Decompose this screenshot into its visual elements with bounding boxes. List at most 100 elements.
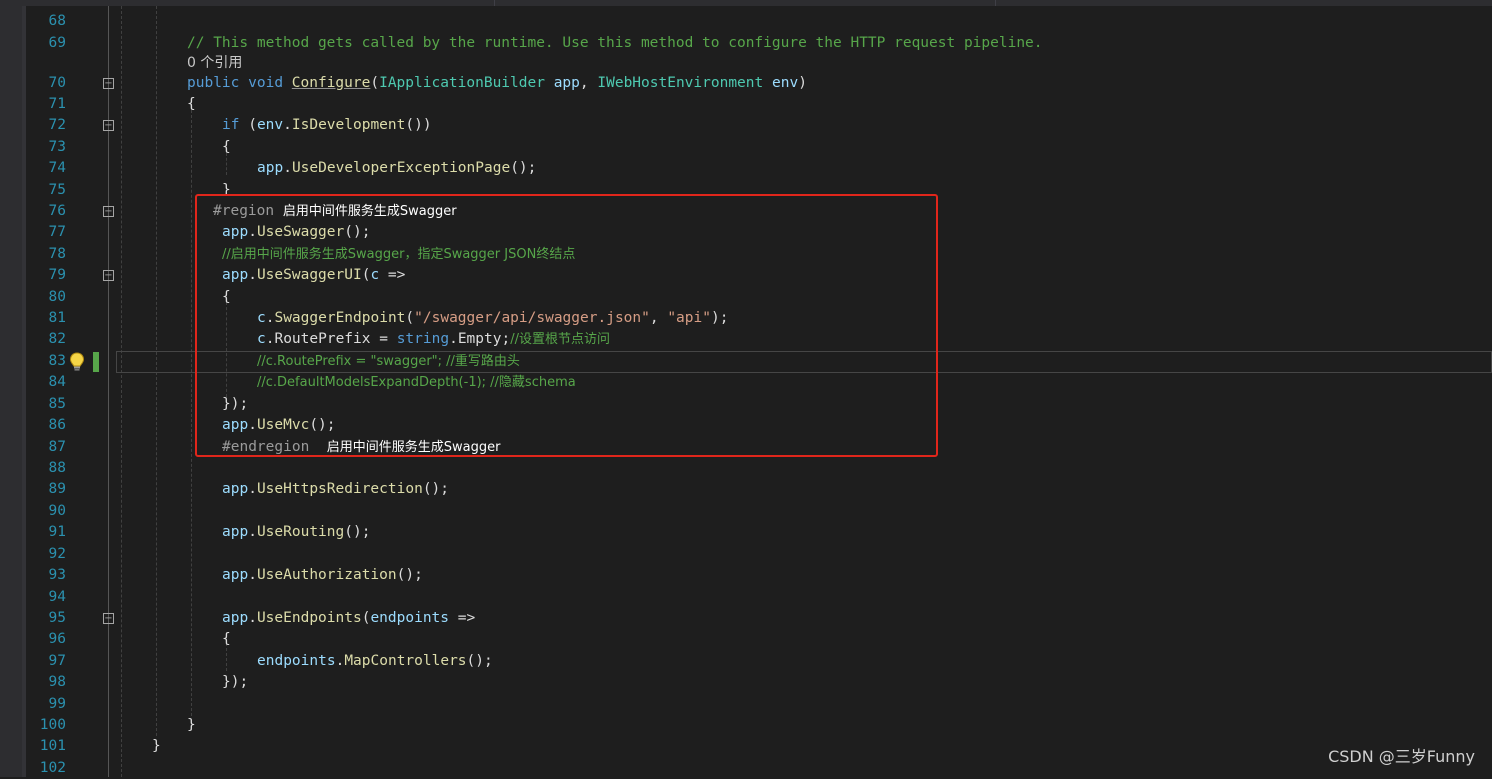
punct: (); [344,524,371,540]
code-line[interactable]: 68 [0,11,1492,32]
line-number: 68 [48,13,66,29]
code-line[interactable]: 97 endpoints.MapControllers(); [0,651,1492,672]
punct: . [283,117,292,133]
code-line[interactable]: 71 { [0,94,1492,115]
line-number: 69 [48,35,66,51]
punct: ) [798,75,807,91]
code-text: }); [222,674,249,690]
collapse-icon[interactable]: − [103,206,114,217]
code-line[interactable]: 74 app.UseDeveloperExceptionPage(); [0,158,1492,179]
punct: . [248,481,257,497]
line-number: 72 [48,117,66,133]
code-text: if (env.IsDevelopment()) [222,115,432,136]
keyword: if [222,117,240,133]
collapse-icon[interactable]: − [103,270,114,281]
code-text: endpoints.MapControllers(); [257,651,493,672]
line-number: 79 [48,267,66,283]
line-number: 78 [48,246,66,262]
code-text: { [222,139,231,155]
code-line[interactable]: 96 { [0,629,1492,650]
code-line[interactable]: 95 − app.UseEndpoints(endpoints => [0,608,1492,629]
line-number: 90 [48,503,66,519]
punct: ()) [405,117,432,133]
code-text: public void Configure(IApplicationBuilde… [187,73,807,94]
document-tab[interactable] [495,0,996,6]
parameter: endpoints [257,653,336,669]
line-number: 83 [48,353,66,369]
code-line[interactable]: 101 } [0,736,1492,757]
document-tab[interactable] [0,0,495,6]
method-name: Configure [291,75,371,91]
punct: . [335,653,345,669]
punct: . [248,524,257,540]
code-line[interactable]: 100 } [0,715,1492,736]
codelens-references[interactable]: 0 个引用 [187,53,242,74]
punct: ( [370,75,380,91]
code-text: } [152,738,161,754]
punct: . [248,567,257,583]
code-line[interactable]: 98 }); [0,672,1492,693]
parameter: app [257,160,284,176]
collapse-icon[interactable]: − [103,120,114,131]
line-number: 77 [48,224,66,240]
code-text: { [187,96,196,112]
code-line[interactable]: 102 [0,758,1492,779]
punct: (); [510,160,537,176]
parameter: env [771,75,799,91]
line-number: 92 [48,546,66,562]
parameter: endpoints [370,610,450,626]
code-comment: // This method gets called by the runtim… [187,35,1043,51]
code-line[interactable]: 94 [0,587,1492,608]
code-text: app.UseAuthorization(); [222,565,423,586]
punct: => [449,610,476,626]
punct: (); [396,567,423,583]
parameter: app [222,524,249,540]
annotation-highlight-box [195,194,938,457]
punct: . [283,160,292,176]
punct: (); [422,481,450,497]
method-name: UseHttpsRedirection [256,481,423,497]
line-number: 74 [48,160,66,176]
code-line[interactable]: 93 app.UseAuthorization(); [0,565,1492,586]
line-number: 94 [48,589,66,605]
code-line[interactable]: 99 [0,694,1492,715]
line-number: 99 [48,696,66,712]
line-number: 100 [39,717,66,733]
line-number: 81 [48,310,66,326]
line-number: 75 [48,182,66,198]
code-line[interactable]: 73 { [0,137,1492,158]
code-line[interactable]: 88 [0,458,1492,479]
line-number: 82 [48,331,66,347]
code-line[interactable]: 72 − if (env.IsDevelopment()) [0,115,1492,136]
code-line[interactable]: 92 [0,544,1492,565]
codelens-line: 0 个引用 [0,53,1492,74]
code-text: app.UseHttpsRedirection(); [222,479,449,500]
parameter: app [222,610,249,626]
line-number: 87 [48,439,66,455]
code-line[interactable]: 89 app.UseHttpsRedirection(); [0,479,1492,500]
line-number: 84 [48,374,66,390]
line-number: 96 [48,631,66,647]
code-editor[interactable]: 68 69 // This method gets called by the … [0,0,1492,777]
collapse-icon[interactable]: − [103,78,114,89]
punct: , [579,75,598,91]
line-number: 101 [39,738,66,754]
line-number: 98 [48,674,66,690]
code-line[interactable]: 90 [0,501,1492,522]
code-text: app.UseRouting(); [222,522,370,543]
parameter: app [553,75,580,91]
method-name: UseDeveloperExceptionPage [291,160,511,176]
collapse-icon[interactable]: − [103,613,114,624]
line-number: 71 [48,96,66,112]
line-number: 73 [48,139,66,155]
line-number: 93 [48,567,66,583]
method-name: MapControllers [344,653,467,669]
document-tab[interactable] [996,0,1492,6]
code-line[interactable]: 70 − public void Configure(IApplicationB… [0,73,1492,94]
method-name: UseRouting [256,524,345,540]
method-name: UseEndpoints [256,610,362,626]
type-name: IWebHostEnvironment [597,75,764,91]
code-line[interactable]: 69 // This method gets called by the run… [0,33,1492,54]
code-line[interactable]: 91 app.UseRouting(); [0,522,1492,543]
line-number: 88 [48,460,66,476]
